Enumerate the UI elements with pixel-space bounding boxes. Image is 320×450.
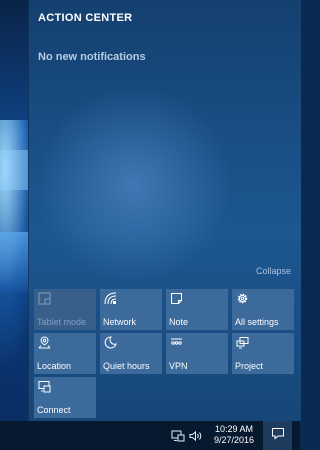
collapse-link[interactable]: Collapse	[256, 266, 291, 276]
quick-action-location[interactable]: Location	[34, 333, 96, 374]
quick-action-label: Note	[169, 317, 189, 327]
quick-action-project[interactable]: Project	[232, 333, 294, 374]
quick-action-label: Tablet mode	[37, 317, 87, 327]
network-icon	[104, 292, 117, 305]
connect-icon	[38, 380, 51, 393]
volume-tray-icon[interactable]	[189, 429, 203, 441]
taskbar: 10:29 AM 9/27/2016	[0, 421, 300, 450]
quick-action-label: Connect	[37, 405, 71, 415]
quick-actions-grid: Tablet mode Network Note All settings Lo	[34, 289, 294, 418]
project-icon	[236, 336, 249, 349]
vpn-icon	[170, 336, 183, 349]
clock-date: 9/27/2016	[213, 435, 255, 445]
notification-icon	[271, 427, 285, 445]
quick-action-vpn[interactable]: VPN	[166, 333, 228, 374]
quick-action-tablet-mode[interactable]: Tablet mode	[34, 289, 96, 330]
tablet-mode-icon	[38, 292, 51, 305]
quick-action-label: Location	[37, 361, 72, 371]
quick-action-label: Quiet hours	[103, 361, 150, 371]
quick-action-label: VPN	[169, 361, 188, 371]
action-center-panel: ACTION CENTER No new notifications Colla…	[28, 0, 301, 421]
taskbar-clock[interactable]: 10:29 AM 9/27/2016	[209, 424, 259, 446]
note-icon	[170, 292, 183, 305]
action-center-button[interactable]	[263, 421, 292, 450]
moon-icon	[104, 336, 117, 349]
desktop-wallpaper-segment	[0, 0, 28, 120]
gear-icon	[236, 292, 249, 305]
quick-action-connect[interactable]: Connect	[34, 377, 96, 418]
quick-action-label: Network	[103, 317, 137, 327]
clock-time: 10:29 AM	[214, 424, 254, 434]
desktop-wallpaper-light-beam	[0, 232, 28, 292]
quick-action-network[interactable]: Network	[100, 289, 162, 330]
quick-action-label: All settings	[235, 317, 279, 327]
location-icon	[38, 336, 51, 349]
quick-action-note[interactable]: Note	[166, 289, 228, 330]
quick-action-label: Project	[235, 361, 264, 371]
desktop-wallpaper-light-beam	[0, 150, 28, 190]
no-notifications-message: No new notifications	[38, 51, 146, 63]
network-tray-icon[interactable]	[171, 429, 185, 441]
action-center-title: ACTION CENTER	[38, 12, 133, 24]
quick-action-all-settings[interactable]: All settings	[232, 289, 294, 330]
quick-action-quiet-hours[interactable]: Quiet hours	[100, 333, 162, 374]
